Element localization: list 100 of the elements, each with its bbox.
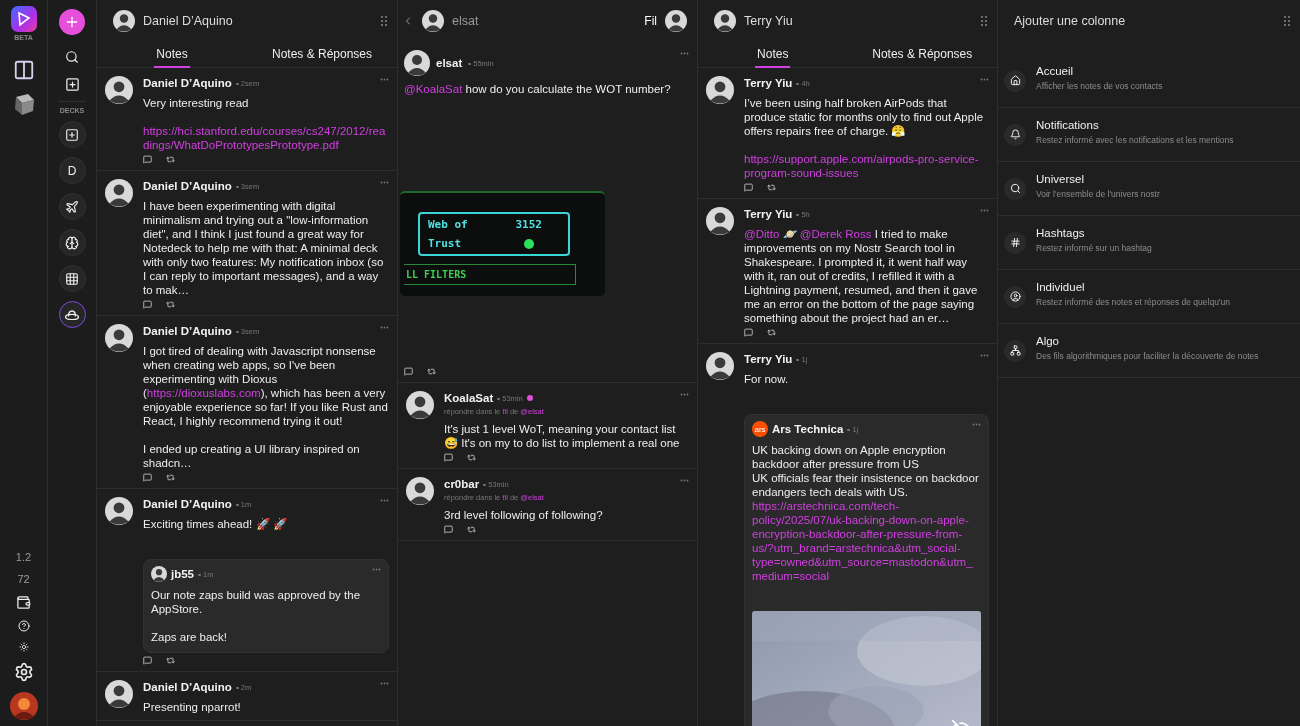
link[interactable]: https://support.apple.com/airpods-pro-service-program-sound-issues [744, 152, 989, 180]
column-option[interactable]: Individuel Restez informé des notes et réponses de quelqu'un [998, 270, 1300, 324]
search-icon [1004, 177, 1026, 200]
sun-icon[interactable] [18, 642, 29, 652]
column-title: Terry Yiu [744, 14, 794, 28]
author-name[interactable]: elsat [436, 57, 463, 69]
add-column-icon[interactable] [64, 77, 80, 92]
drag-handle-icon[interactable] [1284, 16, 1290, 26]
hat-icon [65, 309, 79, 320]
tab[interactable]: Notes [154, 42, 190, 68]
deck-button[interactable] [58, 121, 86, 148]
avatar [406, 391, 434, 419]
author-name[interactable]: Daniel D’Aquino [143, 681, 232, 693]
avatar [105, 179, 133, 207]
settings-icon[interactable] [13, 662, 34, 682]
author-name[interactable]: Daniel D’Aquino [143, 180, 232, 192]
repost-icon[interactable] [767, 183, 776, 192]
column-title: elsat [452, 14, 480, 28]
deck-button[interactable] [58, 193, 86, 220]
reply-icon[interactable] [444, 453, 453, 462]
avatar[interactable] [9, 692, 38, 720]
repost-icon[interactable] [166, 300, 175, 309]
reply-icon[interactable] [744, 328, 753, 337]
deck-letter: D [67, 163, 77, 178]
avatar [665, 10, 687, 32]
author-name[interactable]: Terry Yiu [744, 77, 793, 89]
link[interactable]: https://arstechnica.com/tech-policy/2025/07/uk-backing-down-on-apple-encryption-backdoor-after-pressure-from-us/?utm_brand=arstechnica&utm_social-type=owned&utm_source=mastodon&utm_medium=social [752, 499, 981, 583]
link[interactable]: https://dioxuslabs.com [146, 387, 261, 399]
option-description: Afficher les notes de vos contacts [1036, 80, 1163, 91]
author-name[interactable]: Daniel D’Aquino [143, 498, 232, 510]
column-option[interactable]: Accueil Afficher les notes de vos contacts [998, 54, 1300, 108]
mention-link[interactable]: @Derek Ross [799, 228, 872, 240]
drag-handle-icon[interactable] [381, 16, 387, 26]
option-title: Notifications [1036, 118, 1100, 131]
author-name[interactable]: jb55 [171, 568, 194, 580]
home-icon [1004, 69, 1026, 92]
author-name[interactable]: Terry Yiu [744, 208, 793, 220]
add-deck-icon [65, 127, 79, 142]
column-option[interactable]: Universel Voir l'ensemble de l'univers nostr [998, 162, 1300, 216]
column-title: Ajouter une colonne [1014, 14, 1127, 28]
author-name[interactable]: Daniel D’Aquino [143, 325, 232, 337]
mention-link[interactable]: @Ditto [744, 228, 780, 240]
reply-icon[interactable] [143, 300, 152, 309]
author-name[interactable]: KoalaSat [444, 392, 494, 404]
screenshot-value: 3152 [515, 218, 542, 231]
author-name[interactable]: Daniel D’Aquino [143, 77, 232, 89]
app-logo[interactable] [10, 6, 37, 32]
link[interactable]: https://hci.stanford.edu/courses/cs247/2012/readings/WhatDoPrototypesPrototype.pdf [143, 124, 389, 152]
tab[interactable]: Notes & Réponses [269, 42, 375, 68]
column-option[interactable]: Notifications Restez informé avec les notifications et les mentions [998, 108, 1300, 162]
reply-icon[interactable] [744, 183, 753, 192]
note-text: I have been experimenting with digital minimalism and trying out a "low-information diet", and I think I just found a great way for Notedeck to help me with that: A minimal deck with only two features: My notification inbox (so I can reply to important messages), and a way to mak… [143, 199, 385, 297]
reply-icon[interactable] [404, 367, 413, 376]
deck-button[interactable] [58, 301, 86, 328]
new-note-button[interactable] [59, 9, 85, 35]
reply-icon[interactable] [143, 656, 152, 665]
author-name[interactable]: Ars Technica [772, 423, 844, 435]
repost-icon[interactable] [166, 473, 175, 482]
avatar [404, 50, 430, 76]
author-name[interactable]: cr0bar [444, 478, 480, 490]
note-text: Our note zaps build was approved by the AppStore. [151, 588, 362, 616]
deck-button[interactable]: D [58, 157, 86, 184]
tab[interactable]: Notes & Réponses [870, 42, 975, 68]
drag-handle-icon[interactable] [981, 16, 987, 26]
tab[interactable]: Notes [755, 42, 791, 68]
search-icon[interactable] [65, 50, 79, 64]
note-text: UK backing down on Apple encryption backdoor after pressure from US [752, 443, 947, 471]
repost-icon[interactable] [166, 155, 175, 164]
repost-icon[interactable] [467, 525, 476, 534]
reply-icon[interactable] [444, 525, 453, 534]
version-text: 1.2 [15, 551, 32, 563]
option-title: Algo [1036, 334, 1061, 347]
reply-icon[interactable] [143, 473, 152, 482]
wallet-icon[interactable] [16, 595, 31, 610]
column-option[interactable]: Algo Des fils algorithmiques pour faciliter la découverte de notes [998, 324, 1300, 378]
note-text: For now. [744, 372, 790, 386]
repost-icon[interactable] [427, 367, 436, 376]
column-option[interactable]: Hashtags Restez informé sur un hashtag [998, 216, 1300, 270]
network-icon [1004, 339, 1026, 362]
option-description: Restez informé des notes et réponses de quelqu'un [1036, 296, 1230, 307]
reply-icon[interactable] [143, 155, 152, 164]
avatar [105, 324, 133, 352]
hashtag-icon [1004, 231, 1026, 254]
repost-icon[interactable] [467, 453, 476, 462]
repost-icon[interactable] [166, 656, 175, 665]
help-icon[interactable] [17, 620, 30, 632]
avatar [105, 497, 133, 525]
avatar [422, 10, 444, 32]
note-text: UK officials fear their insistence on backdoor endangers tech deals with US. [752, 471, 980, 499]
columns-icon[interactable] [12, 59, 35, 81]
avatar [105, 680, 133, 708]
mention-link[interactable]: @KoalaSat [404, 83, 463, 95]
repost-icon[interactable] [767, 328, 776, 337]
deck-button[interactable] [58, 265, 86, 292]
note-text: Presenting nparrot! [143, 700, 242, 714]
author-name[interactable]: Terry Yiu [744, 353, 793, 365]
avatar [113, 10, 135, 32]
bell-icon [1004, 123, 1026, 146]
deck-button[interactable] [58, 229, 86, 256]
plus-icon [64, 14, 80, 30]
